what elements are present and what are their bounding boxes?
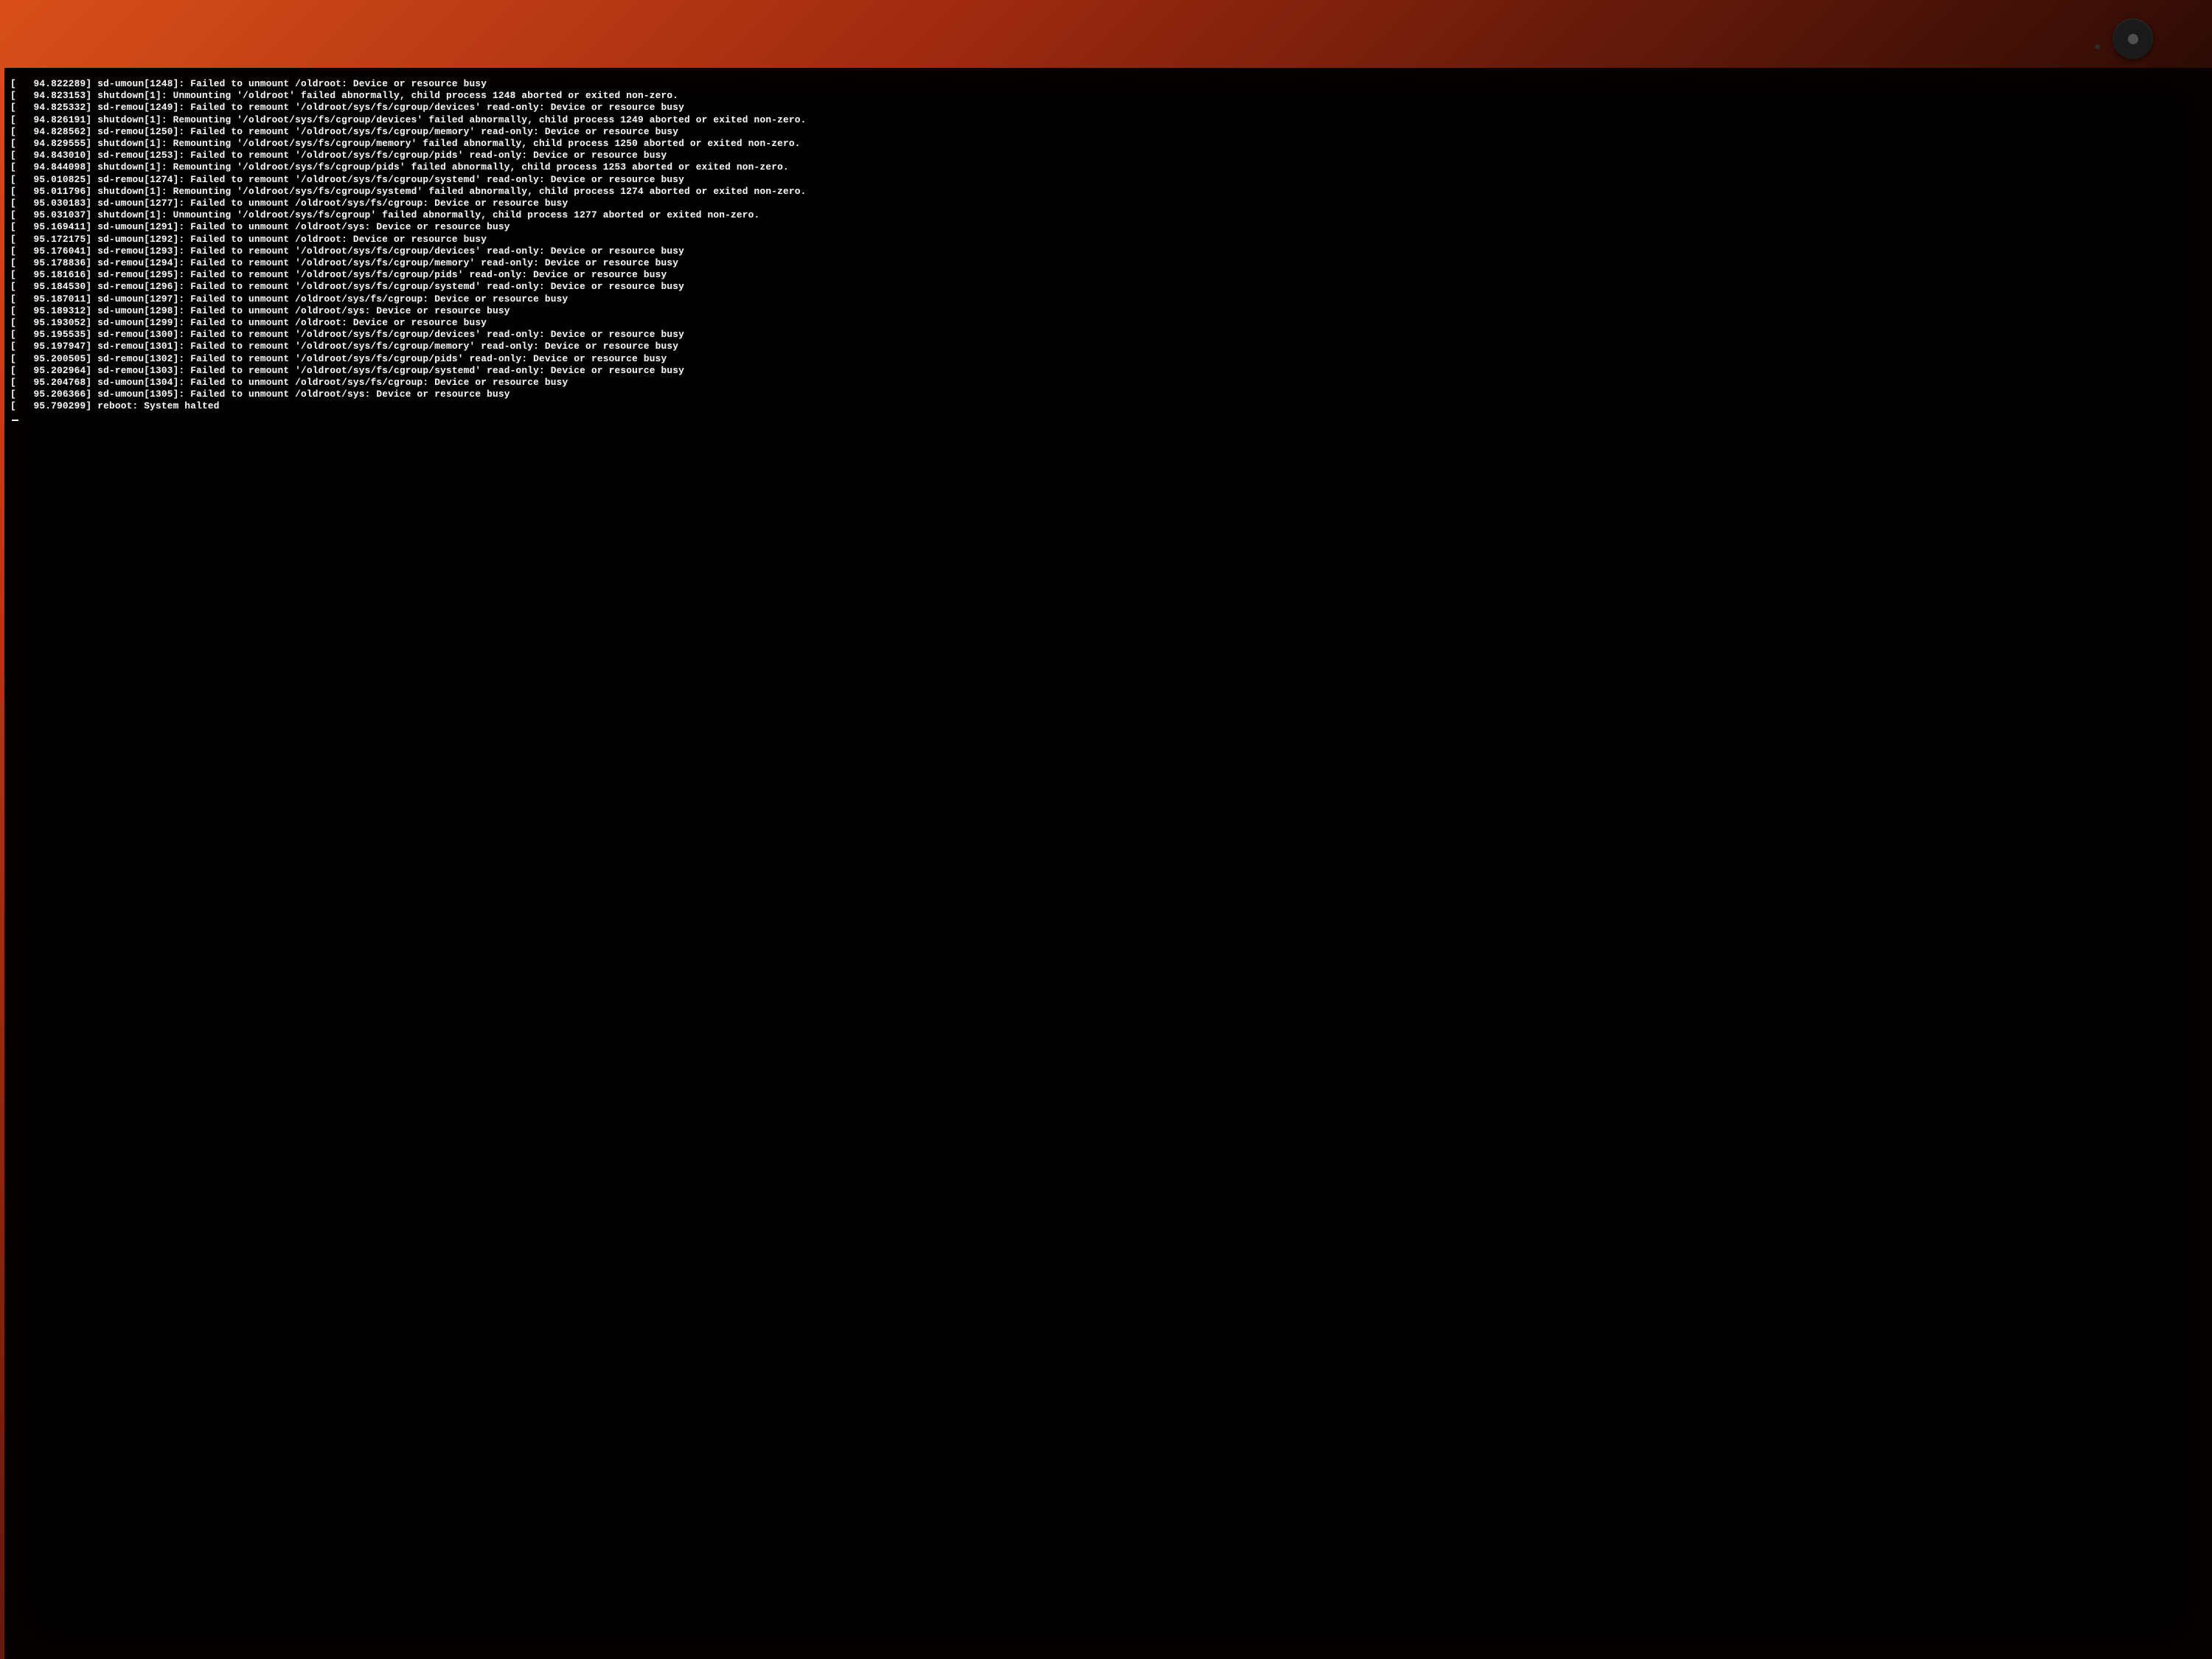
log-line: [ 95.187011] sd-umoun[1297]: Failed to u… (10, 293, 2206, 305)
console-screen: [ 94.822289] sd-umoun[1248]: Failed to u… (4, 68, 2212, 1659)
log-line: [ 95.790299] reboot: System halted (10, 400, 2206, 412)
log-line: [ 94.822289] sd-umoun[1248]: Failed to u… (10, 78, 2206, 90)
log-line: [ 94.843010] sd-remou[1253]: Failed to r… (10, 150, 2206, 161)
log-line: [ 95.197947] sd-remou[1301]: Failed to r… (10, 341, 2206, 352)
log-line: [ 94.828562] sd-remou[1250]: Failed to r… (10, 126, 2206, 138)
log-line: [ 95.200505] sd-remou[1302]: Failed to r… (10, 353, 2206, 365)
kernel-log-output: [ 94.822289] sd-umoun[1248]: Failed to u… (10, 78, 2206, 413)
log-line: [ 94.825332] sd-remou[1249]: Failed to r… (10, 102, 2206, 114)
cursor-icon (12, 420, 18, 421)
log-line: [ 95.176041] sd-remou[1293]: Failed to r… (10, 246, 2206, 257)
log-line: [ 95.202964] sd-remou[1303]: Failed to r… (10, 365, 2206, 377)
log-line: [ 95.195535] sd-remou[1300]: Failed to r… (10, 329, 2206, 341)
log-line: [ 95.189312] sd-umoun[1298]: Failed to u… (10, 305, 2206, 317)
log-line: [ 95.031037] shutdown[1]: Unmounting '/o… (10, 209, 2206, 221)
log-line: [ 95.011796] shutdown[1]: Remounting '/o… (10, 186, 2206, 198)
log-line: [ 94.823153] shutdown[1]: Unmounting '/o… (10, 90, 2206, 102)
log-line: [ 95.204768] sd-umoun[1304]: Failed to u… (10, 377, 2206, 389)
log-line: [ 95.030183] sd-umoun[1277]: Failed to u… (10, 198, 2206, 209)
log-line: [ 95.172175] sd-umoun[1292]: Failed to u… (10, 234, 2206, 246)
log-line: [ 95.206366] sd-umoun[1305]: Failed to u… (10, 389, 2206, 400)
log-line: [ 95.181616] sd-remou[1295]: Failed to r… (10, 269, 2206, 281)
log-line: [ 95.184530] sd-remou[1296]: Failed to r… (10, 281, 2206, 293)
log-line: [ 94.826191] shutdown[1]: Remounting '/o… (10, 114, 2206, 126)
indicator-led-icon (2095, 44, 2100, 49)
webcam-lens-icon (2128, 34, 2138, 44)
log-line: [ 95.169411] sd-umoun[1291]: Failed to u… (10, 221, 2206, 233)
log-line: [ 94.829555] shutdown[1]: Remounting '/o… (10, 138, 2206, 150)
log-line: [ 95.010825] sd-remou[1274]: Failed to r… (10, 174, 2206, 186)
webcam-bezel (2112, 18, 2153, 59)
log-line: [ 94.844098] shutdown[1]: Remounting '/o… (10, 161, 2206, 173)
log-line: [ 95.178836] sd-remou[1294]: Failed to r… (10, 257, 2206, 269)
log-line: [ 95.193052] sd-umoun[1299]: Failed to u… (10, 317, 2206, 329)
